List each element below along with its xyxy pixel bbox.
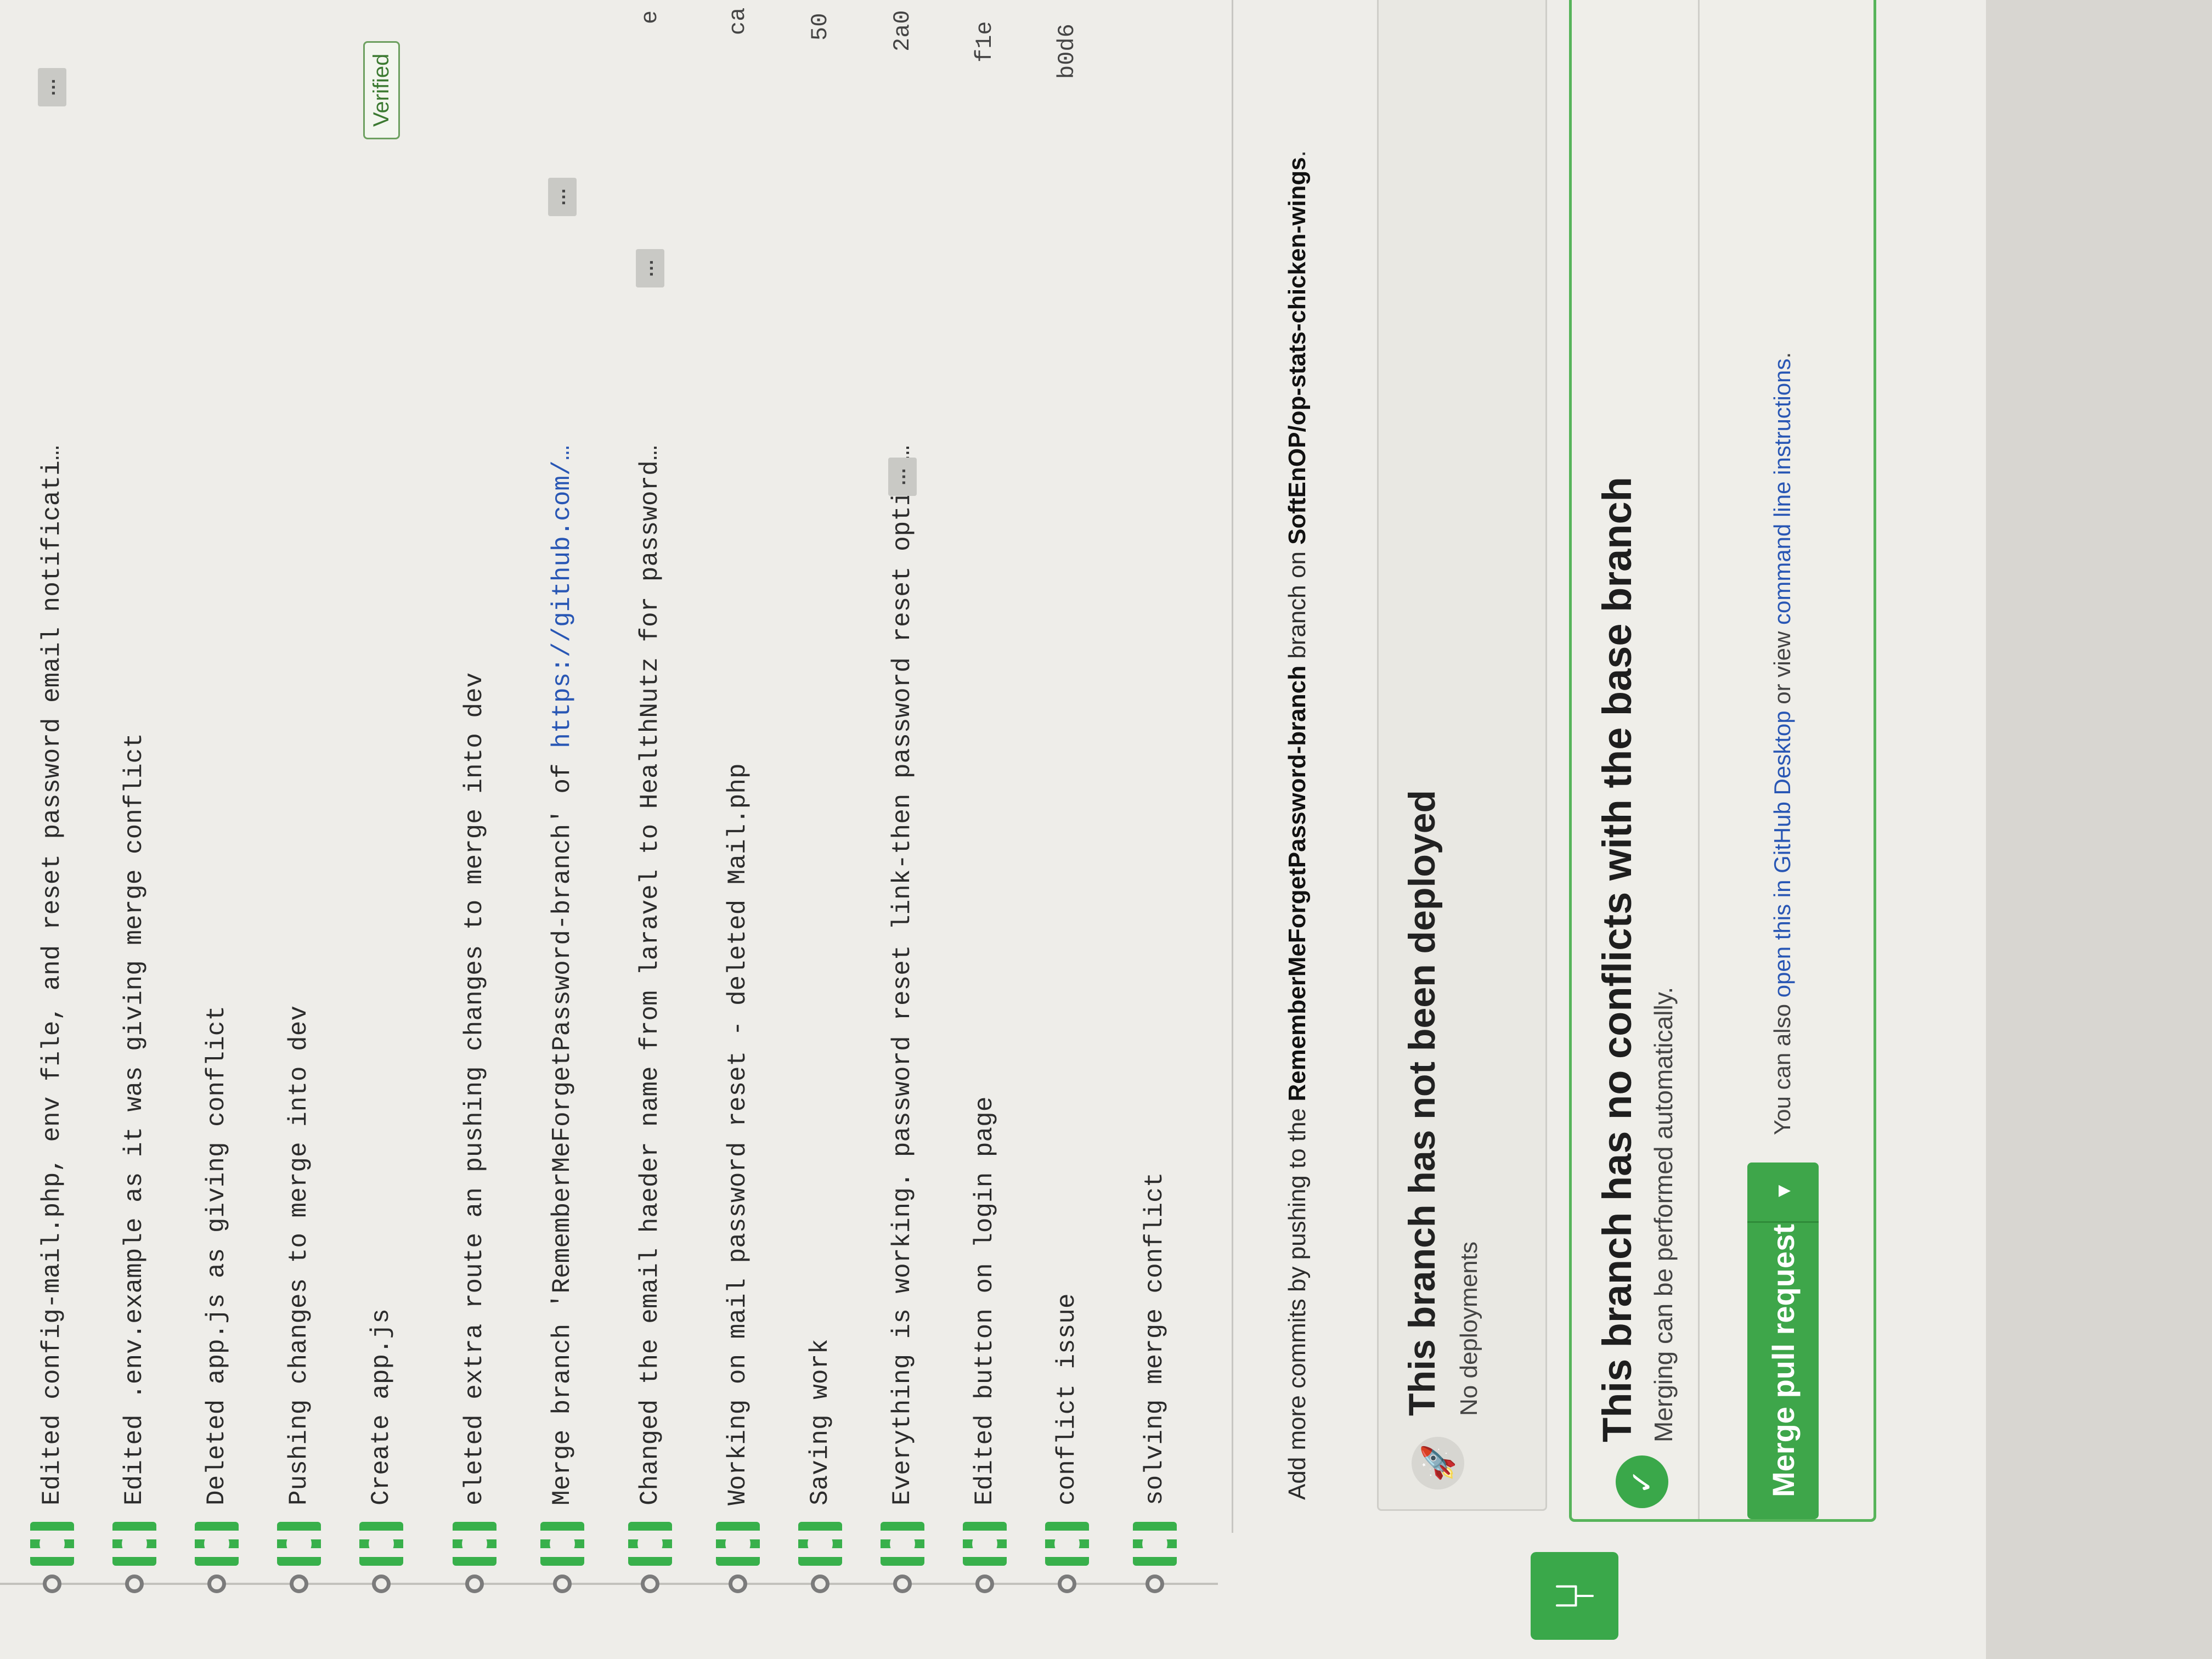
commit-dot-icon xyxy=(465,1575,484,1593)
avatar xyxy=(30,1522,74,1566)
commit-message[interactable]: Edited .env.example as it was giving mer… xyxy=(120,733,149,1505)
commit-message-link[interactable]: https://github.com/… xyxy=(548,445,577,748)
commit-dot-icon xyxy=(290,1575,308,1593)
avatar xyxy=(359,1522,403,1566)
avatar xyxy=(716,1522,760,1566)
commit-row[interactable]: Deleted app.js as giving conflict xyxy=(176,0,258,1659)
check-icon: ✓ xyxy=(1616,1455,1668,1508)
commit-sha[interactable]: 50 xyxy=(807,13,833,41)
open-github-desktop-link[interactable]: open this in GitHub Desktop xyxy=(1769,710,1795,997)
divider xyxy=(1232,0,1233,1533)
commit-message[interactable]: Saving work xyxy=(806,1339,834,1505)
merge-pull-request-button[interactable]: Merge pull request ▾ xyxy=(1747,1161,1819,1519)
expand-message-button[interactable]: … xyxy=(888,458,917,496)
merge-button-label: Merge pull request xyxy=(1765,1224,1801,1497)
deployment-status-box: 🚀 This branch has not been deployed No d… xyxy=(1377,0,1547,1511)
commit-row[interactable]: eleted extra route an pushing changes to… xyxy=(433,0,516,1659)
commit-row[interactable]: Working on mail password reset - deleted… xyxy=(697,0,779,1659)
commit-row[interactable]: solving merge conflict xyxy=(1114,0,1196,1659)
merge-alternative-text: You can also open this in GitHub Desktop… xyxy=(1769,352,1796,1135)
commit-row[interactable]: Create app.js Verified xyxy=(340,0,422,1659)
commit-row[interactable]: Pushing changes to merge into dev xyxy=(258,0,340,1659)
commit-sha[interactable]: 2a0 xyxy=(889,10,916,52)
expand-message-button[interactable]: … xyxy=(636,249,664,287)
avatar xyxy=(1045,1522,1089,1566)
commit-message[interactable]: Edited button on login page xyxy=(970,1097,999,1505)
deployment-title: This branch has not been deployed xyxy=(1401,789,1443,1416)
add-more-commits-text: Add more commits by pushing to the Remem… xyxy=(1284,150,1311,1500)
commit-dot-icon xyxy=(207,1575,226,1593)
commit-row[interactable]: Edited button on login page f1e xyxy=(944,0,1026,1659)
commit-dot-icon xyxy=(372,1575,391,1593)
merge-status-box: ✓ This branch has no conflicts with the … xyxy=(1569,0,1876,1522)
avatar xyxy=(1133,1522,1177,1566)
commit-message[interactable]: Pushing changes to merge into dev xyxy=(285,1006,313,1505)
commit-row[interactable]: Edited .env.example as it was giving mer… xyxy=(93,0,176,1659)
commit-message[interactable]: Edited config-mail.php, env file, and re… xyxy=(38,445,66,1505)
merge-options-caret-icon[interactable]: ▾ xyxy=(1747,1161,1819,1223)
avatar xyxy=(798,1522,842,1566)
commit-dot-icon xyxy=(1058,1575,1076,1593)
add-more-middle: branch on xyxy=(1284,544,1311,665)
commit-message[interactable]: eleted extra route an pushing changes to… xyxy=(460,673,489,1505)
merge-subtitle: Merging can be performed automatically. xyxy=(1649,986,1678,1442)
avatar xyxy=(628,1522,672,1566)
commit-dot-icon xyxy=(641,1575,659,1593)
commit-message[interactable]: Everything is working. password reset li… xyxy=(888,445,917,1505)
commit-row[interactable]: conflict issue b0d6 xyxy=(1026,0,1108,1659)
deployment-subtitle: No deployments xyxy=(1455,1242,1482,1416)
commit-sha[interactable]: b0d6 xyxy=(1054,24,1080,79)
command-line-instructions-link[interactable]: command line instructions xyxy=(1769,358,1795,625)
commit-row[interactable]: Merge branch 'RememberMeForgetPassword-b… xyxy=(521,0,603,1659)
commit-message[interactable]: Merge branch 'RememberMeForgetPassword-b… xyxy=(548,445,577,1505)
commit-row[interactable]: Saving work 50 xyxy=(779,0,861,1659)
merge-also-suffix: . xyxy=(1769,352,1795,359)
merge-also-middle: or view xyxy=(1769,625,1795,711)
commit-dot-icon xyxy=(1146,1575,1164,1593)
commit-sha[interactable]: ca xyxy=(725,8,751,35)
commit-row[interactable]: Changed the email haeder name from larav… xyxy=(609,0,691,1659)
repo-name: SoftEnOP/op-stats-chicken-wings xyxy=(1284,157,1311,545)
git-merge-icon: ⑂ xyxy=(1531,1552,1618,1640)
commit-dot-icon xyxy=(729,1575,747,1593)
commit-dot-icon xyxy=(893,1575,912,1593)
add-more-prefix: Add more commits by pushing to the xyxy=(1284,1101,1311,1500)
commit-message[interactable]: Changed the email haeder name from larav… xyxy=(636,445,664,1505)
expand-message-button[interactable]: … xyxy=(38,68,66,106)
screen: Edited config-mail.php, env file, and re… xyxy=(0,0,1986,1659)
verified-badge[interactable]: Verified xyxy=(363,41,400,139)
avatar xyxy=(881,1522,924,1566)
commit-message[interactable]: Working on mail password reset - deleted… xyxy=(724,763,752,1505)
commit-message[interactable]: Create app.js xyxy=(367,1308,396,1505)
merge-title: This branch has no conflicts with the ba… xyxy=(1594,477,1640,1442)
avatar xyxy=(540,1522,584,1566)
avatar xyxy=(963,1522,1007,1566)
add-more-suffix: . xyxy=(1284,150,1311,157)
avatar xyxy=(277,1522,321,1566)
commit-dot-icon xyxy=(43,1575,61,1593)
avatar xyxy=(112,1522,156,1566)
commit-sha[interactable]: f1e xyxy=(972,21,998,63)
commit-message[interactable]: conflict issue xyxy=(1053,1294,1081,1505)
branch-name: RememberMeForgetPassword-branch xyxy=(1284,665,1311,1102)
avatar xyxy=(195,1522,239,1566)
commit-message[interactable]: Deleted app.js as giving conflict xyxy=(202,1006,231,1505)
commit-message[interactable]: solving merge conflict xyxy=(1141,1172,1169,1505)
commit-dot-icon xyxy=(811,1575,830,1593)
commit-dot-icon xyxy=(975,1575,994,1593)
commit-dot-icon xyxy=(553,1575,572,1593)
rocket-icon: 🚀 xyxy=(1412,1437,1464,1489)
expand-message-button[interactable]: … xyxy=(548,178,577,216)
merge-also-prefix: You can also xyxy=(1769,997,1795,1135)
merge-divider xyxy=(1698,0,1700,1519)
commit-row[interactable]: Everything is working. password reset li… xyxy=(861,0,944,1659)
commit-row[interactable]: Edited config-mail.php, env file, and re… xyxy=(11,0,93,1659)
commit-sha[interactable]: e xyxy=(637,10,663,24)
commit-message-text: Merge branch 'RememberMeForgetPassword-b… xyxy=(548,748,577,1505)
avatar xyxy=(453,1522,496,1566)
commit-dot-icon xyxy=(125,1575,144,1593)
